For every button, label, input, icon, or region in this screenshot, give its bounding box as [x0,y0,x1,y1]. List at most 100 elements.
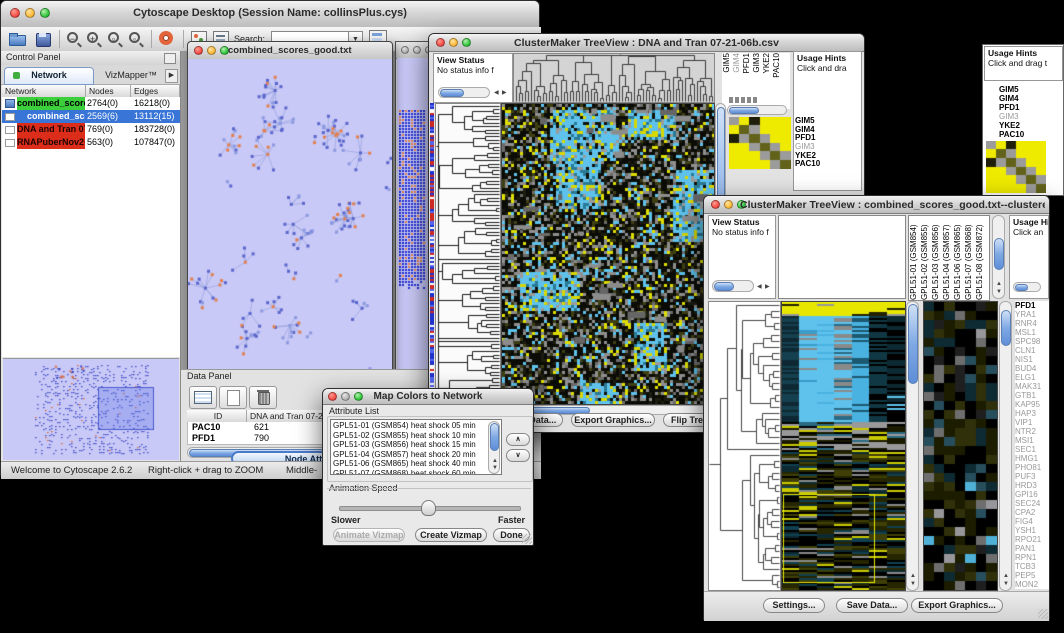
zoom-vscrollbar-top[interactable]: ▲ ▼ [992,215,1005,299]
gene-label[interactable]: KAP95 [1015,400,1049,409]
tab-network[interactable]: Network [4,67,94,85]
view-status-scrollbar[interactable] [438,87,490,98]
network-table-row[interactable]: combined_scores 2764(0) 16218(0) [2,97,180,110]
treeview2-titlebar[interactable]: ClusterMaker TreeView : combined_scores_… [704,196,1049,214]
close-button[interactable] [328,392,337,401]
column-label[interactable]: GPL51-03 (GSM856) [931,216,942,300]
zoom-fit-icon[interactable]: ◦ [129,32,140,43]
move-down-button[interactable]: ∨ [506,449,530,462]
network-overview-canvas[interactable] [3,359,179,460]
gene-label[interactable]: PAC10 [999,130,1059,139]
column-label[interactable]: GPL51-02 (GSM855) [920,216,931,300]
gene-label[interactable]: RPN1 [1015,553,1049,562]
scroll-right-icon[interactable]: ▶ [765,284,770,290]
scroll-left-icon[interactable]: ◀ [757,284,762,290]
scroll-left-icon[interactable]: ◀ [494,90,499,96]
open-file-icon[interactable] [7,30,27,48]
gene-label[interactable]: PAN1 [1015,544,1049,553]
save-data-button[interactable]: Save Data... [836,598,908,613]
zoom-selected-icon[interactable]: ▫ [108,32,119,43]
gene-label[interactable]: SPC98 [1015,337,1049,346]
gene-label[interactable]: TCB3 [1015,562,1049,571]
animate-vizmap-button[interactable]: Animate Vizmap [333,528,405,542]
column-dendrogram-area[interactable] [778,215,906,299]
scroll-up-icon[interactable]: ▲ [1003,573,1009,579]
column-label[interactable]: PAC10 [772,53,782,78]
gene-label[interactable]: BUD4 [1015,364,1049,373]
gene-label[interactable]: RPO21 [1015,535,1049,544]
scroll-right-icon[interactable]: ▶ [502,90,507,96]
gene-label[interactable]: NTR2 [1015,427,1049,436]
main-titlebar[interactable]: Cytoscape Desktop (Session Name: collins… [1,1,539,28]
zoom-vscrollbar[interactable]: ▲ ▼ [999,301,1012,591]
network-table-row[interactable]: RNAPuberNov2+I 563(0) 107847(0) [2,136,180,149]
gene-label[interactable]: PFD1 [1015,301,1049,310]
treeview1-titlebar[interactable]: ClusterMaker TreeView : DNA and Tran 07-… [429,34,864,52]
zoom-heatmap-canvas[interactable] [986,141,1046,193]
settings-button[interactable]: Settings... [763,598,825,613]
scroll-up-icon[interactable]: ▲ [910,573,916,579]
column-label[interactable]: PFD1 [742,53,752,73]
gene-label[interactable]: PHO81 [1015,463,1049,472]
dialog-titlebar[interactable]: Map Colors to Network [323,389,533,405]
column-label[interactable]: GIM5 [722,53,732,73]
scroll-up-icon[interactable]: ▲ [996,281,1002,287]
scroll-down-icon[interactable]: ▼ [1003,581,1009,587]
speed-slider-thumb[interactable] [421,500,436,516]
attribute-item[interactable]: GPL51-02 (GSM855) heat shock 10 min [333,431,487,441]
network-table-row[interactable]: combined_sco 2569(6) 13112(15) [2,110,180,123]
close-button[interactable] [436,38,445,47]
gene-label[interactable]: MAK31 [1015,382,1049,391]
network-list-empty-area[interactable] [2,149,180,357]
column-dendrogram-canvas[interactable] [513,53,715,103]
gene-label[interactable]: MON2 [1015,580,1049,589]
gene-label[interactable]: GTB1 [1015,391,1049,400]
zoom-in-icon[interactable]: + [87,32,98,43]
gene-label[interactable]: CLN1 [1015,346,1049,355]
column-label[interactable]: GIM3 [752,53,762,73]
resize-grip[interactable] [522,534,532,544]
gene-label[interactable]: GIM5 [999,85,1059,94]
scroll-down-icon[interactable]: ▼ [492,465,498,471]
zoom-button[interactable] [354,392,363,401]
minimize-button[interactable] [449,38,458,47]
create-vizmap-button[interactable]: Create Vizmap [415,528,487,542]
zoom-heatmap-canvas[interactable] [923,301,998,591]
global-heatmap-canvas[interactable] [501,103,715,405]
gene-label[interactable]: FIG4 [1015,517,1049,526]
column-label[interactable]: GPL51-01 (GSM854) [909,216,920,300]
minimize-button[interactable] [207,46,216,55]
heatmap-vscrollbar[interactable]: ▲ ▼ [906,301,919,591]
column-label[interactable]: GIM4 [732,53,742,73]
usage-scrollbar[interactable] [1013,282,1041,292]
attribute-list-scrollbar[interactable]: ▲ ▼ [488,421,500,474]
view-status-scrollbar[interactable] [712,280,754,292]
gene-label[interactable]: NIS1 [1015,355,1049,364]
close-button[interactable] [10,8,20,18]
new-attribute-icon[interactable] [219,386,247,409]
gene-label[interactable]: YRA1 [1015,310,1049,319]
minimize-button[interactable] [413,46,421,54]
gene-label[interactable]: MSI1 [1015,436,1049,445]
close-button[interactable] [401,46,409,54]
row-dendrogram-canvas[interactable] [708,301,781,591]
column-label[interactable]: GPL51-04 (GSM857) [942,216,953,300]
scroll-down-icon[interactable]: ▼ [910,581,916,587]
gene-label[interactable]: VIP1 [1015,418,1049,427]
attribute-item[interactable]: GPL51-04 (GSM857) heat shock 20 min [333,450,487,460]
export-graphics-button[interactable]: Export Graphics... [571,413,655,427]
minimize-button[interactable] [25,8,35,18]
help-lifering-icon[interactable] [159,31,173,45]
tab-vizmapper[interactable]: VizMapper™ [95,67,167,83]
gene-label[interactable]: GIM4 [999,94,1059,103]
grid-network-canvas[interactable] [399,110,426,295]
gene-label[interactable]: MSL1 [1015,328,1049,337]
column-label[interactable]: GPL51-07 (GSM868) [964,216,975,300]
table-view-icon[interactable] [189,386,217,409]
gene-label[interactable]: RNR4 [1015,319,1049,328]
zoom-hscrollbar[interactable] [727,105,787,115]
gene-label[interactable]: ELG1 [1015,373,1049,382]
attribute-item[interactable]: GPL51-03 (GSM856) heat shock 15 min [333,440,487,450]
save-icon[interactable] [33,30,53,48]
network-table-row[interactable]: DNA and Tran 07 769(0) 183728(0) [2,123,180,136]
